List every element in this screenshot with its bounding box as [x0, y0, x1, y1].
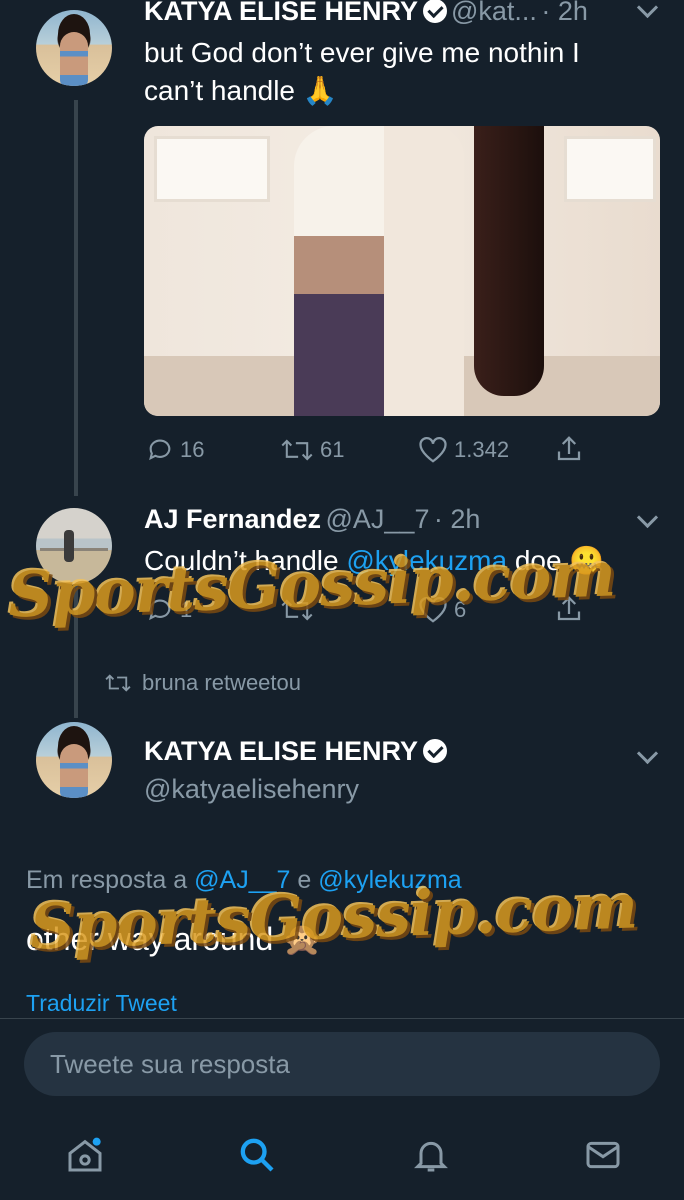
tab-messages[interactable] [578, 1130, 628, 1180]
avatar[interactable] [36, 722, 112, 798]
search-icon [240, 1138, 274, 1172]
tweet-header: AJ Fernandez @AJ__7 · 2h [144, 504, 480, 535]
author-handle[interactable]: @kat... [451, 0, 537, 26]
tab-search[interactable] [232, 1130, 282, 1180]
share-icon [557, 436, 581, 461]
tweet-header: KATYA ELISE HENRY @kat... · 2h [144, 0, 588, 27]
author-name[interactable]: AJ Fernandez [144, 504, 321, 534]
chevron-down-icon[interactable] [636, 742, 659, 765]
heart-icon [419, 437, 447, 463]
chevron-down-icon[interactable] [636, 506, 659, 529]
tweet-time: · 2h [541, 0, 588, 26]
reply-input[interactable]: Tweete sua resposta [24, 1032, 660, 1096]
tab-home[interactable] [60, 1130, 110, 1180]
home-icon [68, 1137, 102, 1172]
tweet-time: · 2h [433, 504, 481, 534]
tab-notifications[interactable] [406, 1130, 456, 1180]
mail-icon [586, 1141, 620, 1169]
reply-icon [149, 439, 171, 461]
retweet-icon [105, 674, 131, 692]
like-count: 1.342 [454, 437, 510, 462]
reply-placeholder: Tweete sua resposta [50, 1048, 290, 1079]
tweet-text: but God don’t ever give me nothin I can’… [144, 37, 580, 106]
share-action[interactable] [554, 434, 584, 464]
verified-icon [422, 0, 447, 23]
author-name[interactable]: KATYA ELISE HENRY [144, 0, 418, 26]
avatar[interactable] [36, 10, 112, 86]
thread-line [74, 100, 78, 496]
tweet-image[interactable] [144, 126, 660, 416]
divider [0, 1018, 684, 1019]
author-name[interactable]: KATYA ELISE HENRY [144, 736, 447, 767]
author-handle[interactable]: @katyaelisehenry [144, 774, 359, 805]
retweet-action[interactable]: 61 [280, 436, 344, 464]
verified-icon [422, 739, 447, 763]
chevron-down-icon[interactable] [636, 0, 659, 19]
retweet-notice[interactable]: bruna retweetou [104, 670, 301, 696]
like-action[interactable]: 1.342 [418, 436, 509, 464]
bell-icon [414, 1141, 448, 1172]
retweet-icon [281, 439, 313, 461]
author-handle[interactable]: @AJ__7 [326, 504, 430, 534]
reply-count: 16 [180, 437, 205, 462]
translate-link[interactable]: Traduzir Tweet [26, 990, 177, 1017]
retweet-count: 61 [320, 437, 345, 462]
reply-action[interactable]: 16 [146, 436, 204, 464]
